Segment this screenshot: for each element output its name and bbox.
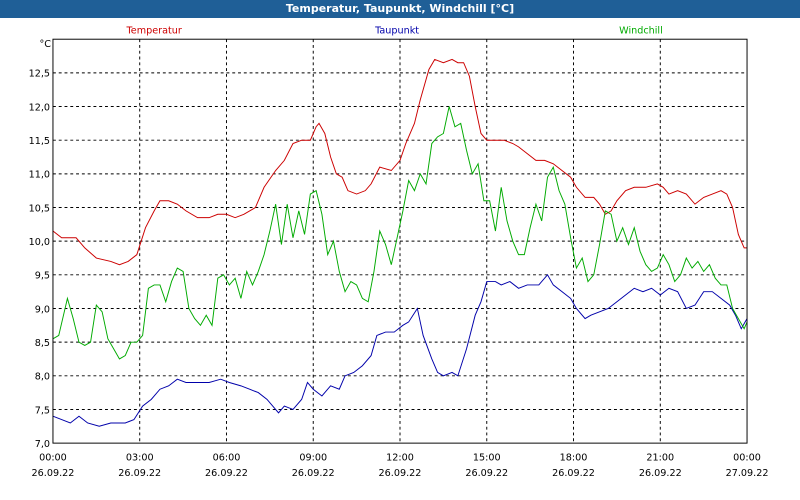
y-tick-label: 10,5 [29,203,50,214]
x-tick-time-label: 00:00 [39,452,67,463]
x-tick-date-label: 26.09.22 [465,468,508,479]
chart-title: Temperatur, Taupunkt, Windchill [°C] [285,2,515,15]
x-axis: 00:00 26.09.22 03:00 26.09.22 06:00 26.09.22 0… [32,452,769,478]
legend-label-temperatur: Temperatur [126,25,182,36]
series-line-taupunkt [52,273,748,427]
y-tick-label: 11,0 [29,170,50,181]
x-tick-date-label: 26.09.22 [32,468,75,479]
grid-lines [52,39,748,444]
x-tick-date-label: 26.09.22 [205,468,248,479]
legend-label-taupunkt: Taupunkt [374,25,419,36]
x-tick-time-label: 15:00 [473,452,501,463]
y-tick-label: 7,0 [35,439,50,450]
legend-label-windchill: Windchill [619,25,663,36]
x-tick-date-label: 26.09.22 [639,468,682,479]
x-tick-time-label: 18:00 [560,452,588,463]
x-tick-date-label: 26.09.22 [292,468,335,479]
y-tick-label: 12,0 [29,102,50,113]
legend: Temperatur Taupunkt Windchill [126,25,663,36]
x-tick-time-label: 09:00 [299,452,327,463]
y-tick-label: 8,5 [35,338,50,349]
y-tick-label: 10,0 [29,237,50,248]
x-tick-date-label: 26.09.22 [552,468,595,479]
x-tick-date-label: 27.09.22 [726,468,769,479]
y-tick-label: 12,5 [29,69,50,80]
y-tick-label: 11,5 [29,136,50,147]
x-tick-date-label: 26.09.22 [118,468,161,479]
y-tick-label: 9,0 [35,304,50,315]
x-tick-time-label: 12:00 [386,452,414,463]
x-tick-date-label: 26.09.22 [379,468,422,479]
y-tick-label: 8,0 [35,372,50,383]
x-tick-time-label: 03:00 [126,452,154,463]
y-tick-label: 7,5 [35,405,50,416]
x-tick-time-label: 06:00 [213,452,241,463]
y-axis: 7,0 7,5 8,0 8,5 9,0 9,5 10,0 10,5 11,0 11,5 12,0 12… [29,39,52,450]
y-axis-unit-label: °C [39,39,51,50]
x-tick-time-label: 00:00 [733,452,761,463]
y-tick-label: 9,5 [35,271,50,282]
x-tick-time-label: 21:00 [646,452,674,463]
line-chart: 7,0 7,5 8,0 8,5 9,0 9,5 10,0 10,5 11,0 11,5 12,0 12… [29,25,769,478]
chart-title-bar: Temperatur, Taupunkt, Windchill [°C] [0,0,800,18]
